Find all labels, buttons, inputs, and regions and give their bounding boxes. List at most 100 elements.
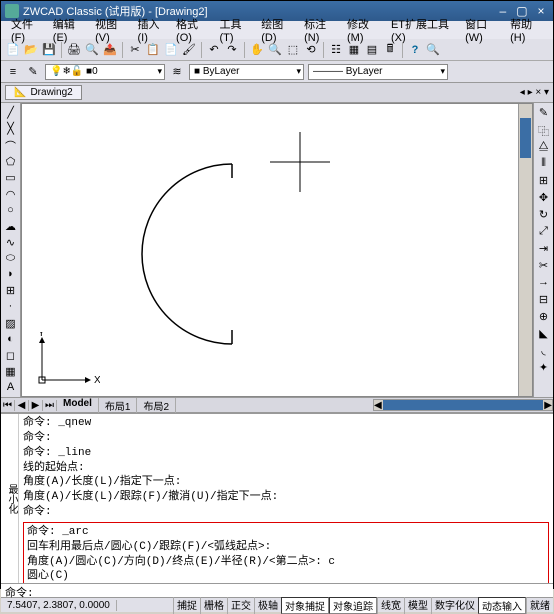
cut-icon[interactable]: ✂ <box>127 42 143 58</box>
line-icon[interactable]: ╱ <box>4 106 18 119</box>
explode-icon[interactable]: ✦ <box>537 361 551 375</box>
ellipsearc-icon[interactable]: ◗ <box>4 268 18 281</box>
circle-icon[interactable]: ○ <box>4 204 18 217</box>
print-icon[interactable]: 🖨 <box>66 42 82 58</box>
hatch-icon[interactable]: ▨ <box>4 317 18 330</box>
preview-icon[interactable]: 🔍 <box>84 42 100 58</box>
prop-icon[interactable]: ☷ <box>328 42 344 58</box>
table-icon[interactable]: ▦ <box>4 365 18 378</box>
open-icon[interactable]: 📂 <box>23 42 39 58</box>
layer-dropdown[interactable]: 💡❄🔓 ■0 <box>45 64 165 80</box>
tab-controls[interactable]: ◂ ▸ × ▾ <box>520 87 549 98</box>
status-toggle[interactable]: 正交 <box>227 597 254 614</box>
vscrollbar[interactable] <box>518 104 532 396</box>
menu-item[interactable]: 编辑(E) <box>49 15 89 45</box>
pan-icon[interactable]: ✋ <box>249 42 265 58</box>
zoomwin-icon[interactable]: ⬚ <box>285 42 301 58</box>
status-toggle[interactable]: 捕捉 <box>173 597 200 614</box>
save-icon[interactable]: 💾 <box>41 42 57 58</box>
menu-item[interactable]: 修改(M) <box>343 15 385 45</box>
rect-icon[interactable]: ▭ <box>4 171 18 184</box>
menu-item[interactable]: 视图(V) <box>91 15 131 45</box>
help-icon[interactable]: ? <box>407 42 423 58</box>
text-icon[interactable]: A <box>4 381 18 394</box>
menu-item[interactable]: 工具(T) <box>215 15 255 45</box>
layerstate-icon[interactable]: ≋ <box>169 64 185 80</box>
layout-tab[interactable]: Model <box>57 398 99 413</box>
menu-item[interactable]: ET扩展工具(X) <box>387 15 459 45</box>
layout-tab[interactable]: 布局1 <box>99 398 138 413</box>
move-icon[interactable]: ✥ <box>537 191 551 205</box>
status-toggle[interactable]: 极轴 <box>254 597 281 614</box>
status-toggle[interactable]: 对象追踪 <box>329 597 377 614</box>
status-toggle[interactable]: 线宽 <box>377 597 404 614</box>
zoomprev-icon[interactable]: ⟲ <box>303 42 319 58</box>
block-icon[interactable]: ⊞ <box>4 284 18 297</box>
trim-icon[interactable]: ✂ <box>537 259 551 273</box>
extend-icon[interactable]: → <box>537 276 551 290</box>
publish-icon[interactable]: 📤 <box>102 42 118 58</box>
undo-icon[interactable]: ↶ <box>206 42 222 58</box>
status-toggle[interactable]: 动态输入 <box>478 597 526 614</box>
tab-last-icon[interactable]: ⏭ <box>43 400 57 411</box>
chamfer-icon[interactable]: ◣ <box>537 327 551 341</box>
color-dropdown[interactable]: ■ ByLayer <box>189 64 304 80</box>
tab-next-icon[interactable]: ▶ <box>29 400 43 411</box>
paste-icon[interactable]: 📄 <box>163 42 179 58</box>
search-icon[interactable]: 🔍 <box>425 42 441 58</box>
vscroll-thumb[interactable] <box>520 118 531 158</box>
tool-icon[interactable]: ▤ <box>364 42 380 58</box>
scale-icon[interactable]: ⤢ <box>537 225 551 239</box>
hscrollbar[interactable]: ◀▶ <box>373 399 553 411</box>
menu-item[interactable]: 窗口(W) <box>461 15 504 45</box>
menu-item[interactable]: 格式(O) <box>172 15 213 45</box>
calc-icon[interactable]: 🖩 <box>382 42 398 58</box>
redo-icon[interactable]: ↷ <box>224 42 240 58</box>
join-icon[interactable]: ⊕ <box>537 310 551 324</box>
gradient-icon[interactable]: ◐ <box>4 333 18 346</box>
menu-item[interactable]: 文件(F) <box>7 15 47 45</box>
copy2-icon[interactable]: ⿻ <box>537 123 551 137</box>
cmd-panel-label[interactable]: 最小化 <box>1 414 19 583</box>
layout-tab[interactable]: 布局2 <box>137 398 176 413</box>
tab-prev-icon[interactable]: ◀ <box>15 400 29 411</box>
polygon-icon[interactable]: ⬠ <box>4 155 18 168</box>
menu-item[interactable]: 插入(I) <box>133 15 170 45</box>
array-icon[interactable]: ⊞ <box>537 174 551 188</box>
linetype-dropdown[interactable]: ——— ByLayer <box>308 64 448 80</box>
new-icon[interactable]: 📄 <box>5 42 21 58</box>
erase-icon[interactable]: ✎ <box>537 106 551 120</box>
ellipse-icon[interactable]: ⬭ <box>4 252 18 265</box>
rotate-icon[interactable]: ↻ <box>537 208 551 222</box>
status-toggle[interactable]: 对象捕捉 <box>281 597 329 614</box>
command-input[interactable]: 命令: <box>1 583 553 597</box>
break-icon[interactable]: ⊟ <box>537 293 551 307</box>
menu-item[interactable]: 帮助(H) <box>506 15 547 45</box>
design-icon[interactable]: ▦ <box>346 42 362 58</box>
zoom-icon[interactable]: 🔍 <box>267 42 283 58</box>
mirror-icon[interactable]: ⧋ <box>537 140 551 154</box>
layerprop-icon[interactable]: ✎ <box>25 64 41 80</box>
status-toggle[interactable]: 数字化仪 <box>431 597 478 614</box>
offset-icon[interactable]: ⫴ <box>537 157 551 171</box>
doc-tab[interactable]: 📐 Drawing2 <box>5 85 82 100</box>
drawing-canvas[interactable]: X Y <box>21 103 533 397</box>
pline-icon[interactable]: ⌒ <box>4 138 18 152</box>
status-toggle[interactable]: 就绪 <box>526 597 553 614</box>
spline-icon[interactable]: ∿ <box>4 236 18 249</box>
status-toggle[interactable]: 模型 <box>404 597 431 614</box>
hscroll-thumb[interactable] <box>383 400 544 410</box>
arc-icon[interactable]: ◠ <box>4 188 18 201</box>
stretch-icon[interactable]: ⇥ <box>537 242 551 256</box>
region-icon[interactable]: ◻ <box>4 349 18 362</box>
match-icon[interactable]: 🖌 <box>181 42 197 58</box>
xline-icon[interactable]: ╳ <box>4 122 18 135</box>
copy-icon[interactable]: 📋 <box>145 42 161 58</box>
menu-item[interactable]: 绘图(D) <box>257 15 298 45</box>
status-toggle[interactable]: 栅格 <box>200 597 227 614</box>
menu-item[interactable]: 标注(N) <box>300 15 341 45</box>
revcloud-icon[interactable]: ☁ <box>4 220 18 233</box>
point-icon[interactable]: · <box>4 300 18 313</box>
fillet-icon[interactable]: ◟ <box>537 344 551 358</box>
tab-first-icon[interactable]: ⏮ <box>1 400 15 411</box>
